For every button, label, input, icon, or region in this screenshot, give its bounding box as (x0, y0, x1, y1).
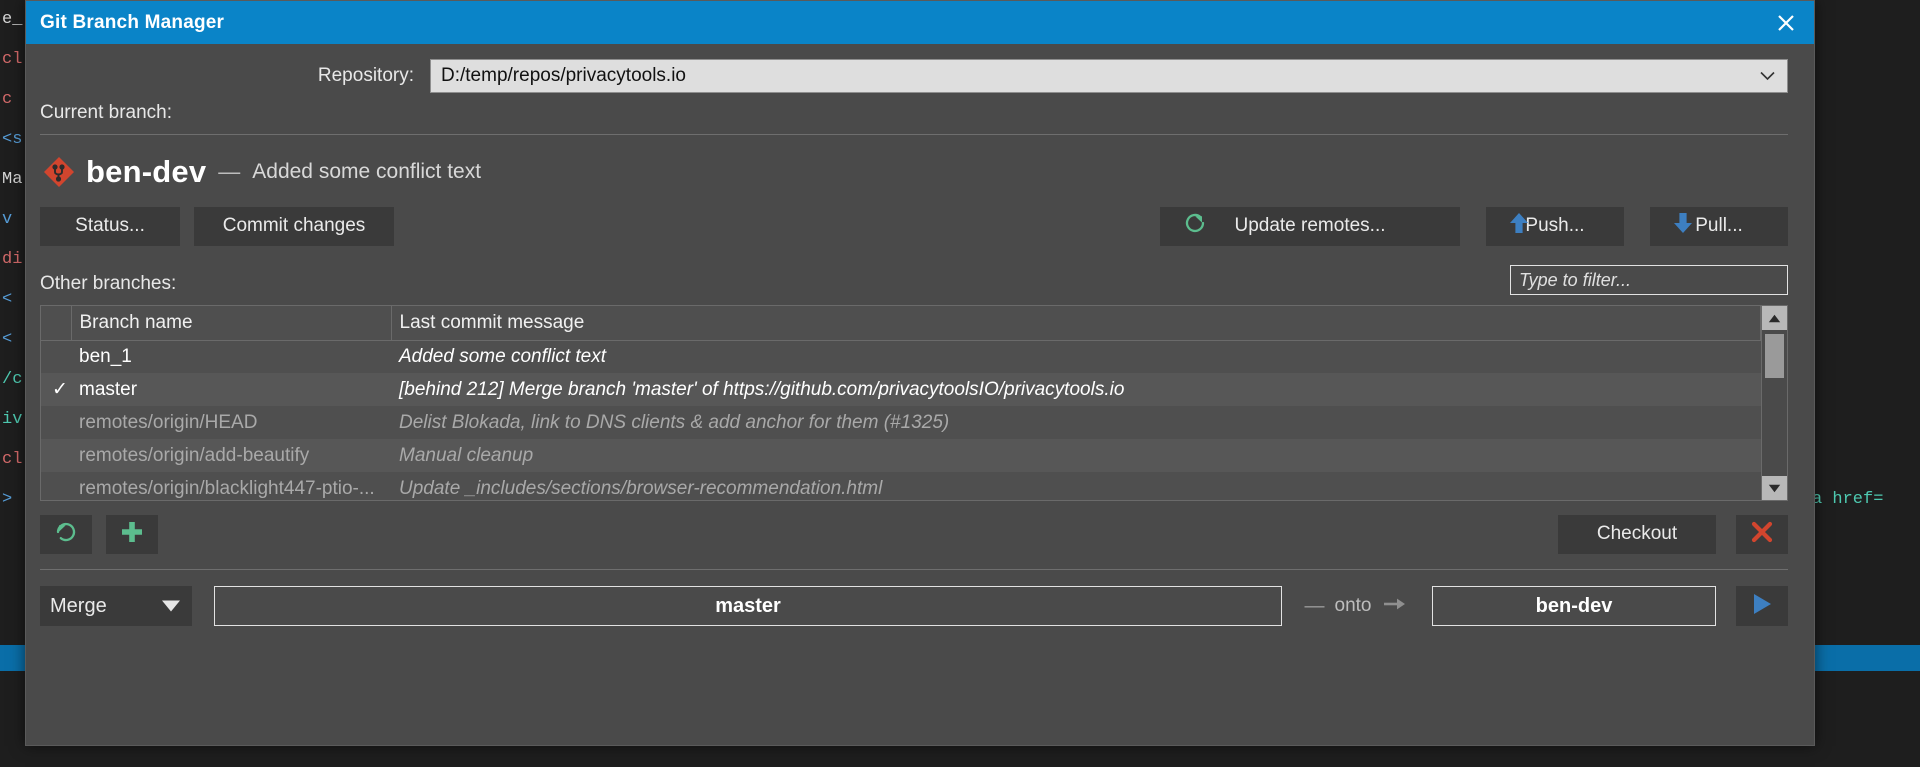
run-merge-button[interactable] (1736, 586, 1788, 626)
row-commit-message: Manual cleanup (391, 439, 1761, 472)
branch-table-toolbar: Checkout (40, 511, 1788, 557)
column-header-check (41, 306, 71, 340)
row-commit-message: Delist Blokada, link to DNS clients & ad… (391, 406, 1761, 439)
dialog-title: Git Branch Manager (40, 12, 224, 34)
git-branch-icon (42, 155, 76, 189)
status-button-label: Status... (75, 215, 145, 237)
connector-dash: — (1305, 595, 1325, 618)
arrow-up-icon (1508, 211, 1530, 241)
row-branch-name: ben_1 (71, 340, 391, 373)
merge-operation-select[interactable]: Merge (40, 586, 192, 626)
merge-target-branch-value: ben-dev (1536, 595, 1613, 618)
scrollbar-thumb[interactable] (1765, 334, 1784, 378)
dialog-title-bar: Git Branch Manager (26, 1, 1814, 44)
delete-x-icon (1750, 520, 1774, 549)
repository-value: D:/temp/repos/privacytools.io (441, 65, 686, 87)
other-branches-label: Other branches: (40, 273, 176, 295)
delete-branch-button[interactable] (1736, 515, 1788, 554)
current-branch-commit-message: Added some conflict text (252, 160, 481, 184)
connector-label: onto (1335, 595, 1372, 617)
current-branch-headline: ben-dev — Added some conflict text (26, 135, 1814, 191)
merge-target-branch-field[interactable]: ben-dev (1432, 586, 1716, 626)
current-branch-name: ben-dev (86, 154, 206, 190)
row-branch-name: remotes/origin/HEAD (71, 406, 391, 439)
other-branches-row: Other branches: (26, 247, 1814, 295)
checkout-button-label: Checkout (1597, 523, 1677, 545)
close-icon[interactable] (1758, 1, 1814, 44)
refresh-branches-button[interactable] (40, 515, 92, 554)
pull-button-label: Pull... (1695, 215, 1743, 237)
git-branch-manager-dialog: Git Branch Manager Repository: D:/temp/r… (25, 0, 1815, 746)
play-icon (1749, 591, 1775, 622)
row-check (41, 472, 71, 501)
branch-table-container: Branch name Last commit message ben_1 Ad… (40, 305, 1788, 501)
status-button[interactable]: Status... (40, 207, 180, 246)
update-remotes-button[interactable]: Update remotes... (1160, 207, 1460, 246)
commit-changes-button[interactable]: Commit changes (194, 207, 394, 246)
plus-icon (120, 520, 144, 549)
merge-operation-bar: Merge master — onto ben-dev (40, 584, 1788, 628)
branch-filter-input[interactable] (1510, 265, 1788, 295)
row-commit-message: Added some conflict text (391, 340, 1761, 373)
separator-dash: — (218, 159, 240, 185)
merge-source-branch-value: master (715, 595, 781, 618)
row-check: ✓ (41, 373, 71, 406)
actions-row: Status... Commit changes Update remotes.… (26, 191, 1814, 247)
branch-table: Branch name Last commit message ben_1 Ad… (41, 306, 1761, 501)
row-branch-name: remotes/origin/blacklight447-ptio-... (71, 472, 391, 501)
chevron-down-icon (1760, 68, 1775, 85)
pull-button[interactable]: Pull... (1650, 207, 1788, 246)
refresh-icon (53, 519, 79, 550)
current-branch-label: Current branch: (26, 92, 1814, 124)
branch-table-scrollbar[interactable] (1761, 306, 1787, 500)
column-header-branch-name: Branch name (71, 306, 391, 340)
merge-connector: — onto (1282, 595, 1432, 618)
arrow-right-icon (1383, 595, 1409, 617)
row-check (41, 340, 71, 373)
dialog-body: Repository: D:/temp/repos/privacytools.i… (26, 44, 1814, 747)
row-check (41, 439, 71, 472)
repository-combobox[interactable]: D:/temp/repos/privacytools.io (430, 59, 1788, 93)
row-branch-name: master (71, 373, 391, 406)
table-header-row: Branch name Last commit message (41, 306, 1761, 340)
commit-changes-button-label: Commit changes (223, 215, 366, 237)
table-row[interactable]: remotes/origin/add-beautify Manual clean… (41, 439, 1761, 472)
push-button[interactable]: Push... (1486, 207, 1624, 246)
column-header-last-commit-message: Last commit message (391, 306, 1761, 340)
row-commit-message: [behind 212] Merge branch 'master' of ht… (391, 373, 1761, 406)
row-check (41, 406, 71, 439)
table-row[interactable]: remotes/origin/blacklight447-ptio-... Up… (41, 472, 1761, 501)
arrow-down-icon (1672, 211, 1694, 241)
table-row[interactable]: remotes/origin/HEAD Delist Blokada, link… (41, 406, 1761, 439)
scroll-down-arrow-icon[interactable] (1762, 476, 1787, 500)
scroll-up-arrow-icon[interactable] (1762, 306, 1787, 330)
table-row[interactable]: ✓ master [behind 212] Merge branch 'mast… (41, 373, 1761, 406)
row-branch-name: remotes/origin/add-beautify (71, 439, 391, 472)
chevron-down-icon (162, 601, 180, 612)
merge-source-branch-field[interactable]: master (214, 586, 1282, 626)
table-row[interactable]: ben_1 Added some conflict text (41, 340, 1761, 373)
refresh-icon (1182, 210, 1208, 242)
divider (40, 569, 1788, 570)
row-commit-message: Update _includes/sections/browser-recomm… (391, 472, 1761, 501)
code-line: a href= (1810, 480, 1920, 520)
update-remotes-button-label: Update remotes... (1234, 215, 1385, 237)
add-branch-button[interactable] (106, 515, 158, 554)
repository-row: Repository: D:/temp/repos/privacytools.i… (26, 44, 1814, 92)
merge-operation-value: Merge (50, 595, 107, 618)
repository-label: Repository: (26, 65, 430, 87)
checkout-button[interactable]: Checkout (1558, 515, 1716, 554)
push-button-label: Push... (1525, 215, 1584, 237)
